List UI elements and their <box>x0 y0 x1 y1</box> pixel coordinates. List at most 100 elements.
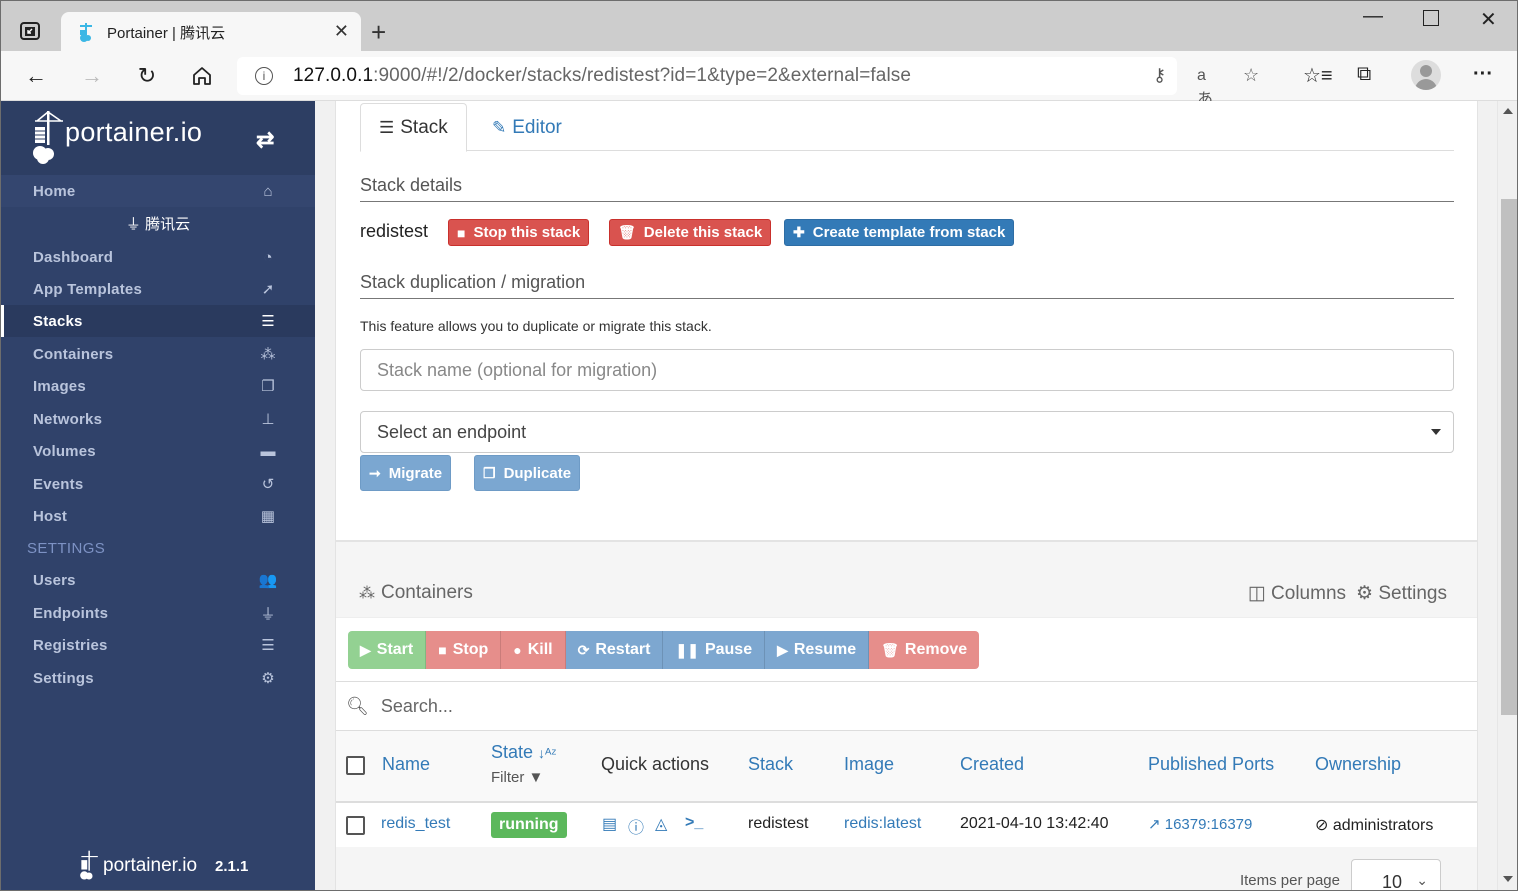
url-text[interactable]: 127.0.0.1:9000/#!/2/docker/stacks/redist… <box>293 65 911 87</box>
stack-details-title: Stack details <box>360 175 1454 202</box>
sidebar-toggle-icon[interactable]: ⇄ <box>256 127 274 153</box>
select-all-checkbox[interactable] <box>346 756 365 775</box>
restart-button[interactable]: ⟳ Restart <box>565 631 664 669</box>
container-name-link[interactable]: redis_test <box>381 815 450 833</box>
plug-icon: ⏚ <box>260 605 276 623</box>
column-name[interactable]: Name <box>382 754 430 775</box>
search-input[interactable]: Search... <box>381 696 453 717</box>
scroll-down-arrow[interactable] <box>1503 876 1513 882</box>
browser-tab[interactable]: Portainer | 腾讯云 ✕ <box>61 12 361 52</box>
info-icon[interactable]: ⓘ <box>628 814 644 838</box>
column-image[interactable]: Image <box>844 754 894 775</box>
sidebar-item-networks[interactable]: Networks ⊥ <box>1 403 315 435</box>
duplicate-button[interactable]: ❐ Duplicate <box>474 455 581 491</box>
password-key-icon[interactable]: ⚷ <box>1153 65 1166 86</box>
button-label: Stop <box>452 641 489 658</box>
close-window-icon[interactable]: ✕ <box>1480 7 1497 32</box>
endpoint-select[interactable]: Select an endpoint <box>360 411 1454 453</box>
refresh-icon[interactable]: ↻ <box>134 63 160 89</box>
sidebar-item-registries[interactable]: Registries ☰ <box>1 629 315 661</box>
stop-icon: ■ <box>438 642 447 658</box>
button-label: Create template from stack <box>812 224 1006 241</box>
tab-label: Stack <box>400 116 448 138</box>
tab-stack[interactable]: ☰ Stack <box>360 103 467 152</box>
stack-name-input[interactable]: Stack name (optional for migration) <box>360 349 1454 391</box>
sidebar-item-dashboard[interactable]: Dashboard ◔ <box>1 241 315 273</box>
settings-section-title: SETTINGS <box>27 540 106 557</box>
pause-button[interactable]: ❚❚ Pause <box>663 631 766 669</box>
delete-stack-button[interactable]: 🗑 Delete this stack <box>609 219 772 246</box>
sidebar-item-endpoints[interactable]: Endpoints ⏚ <box>1 597 315 629</box>
sort-alpha-down-icon: ↓ᴬᶻ <box>538 745 557 761</box>
sidebar-item-events[interactable]: Events ↺ <box>1 468 315 500</box>
sidebar-item-home[interactable]: Home ⌂ <box>1 175 315 207</box>
home-icon[interactable] <box>189 63 215 89</box>
scroll-up-arrow[interactable] <box>1503 108 1513 114</box>
cogs-icon: ⚙ <box>261 670 275 687</box>
published-port-link[interactable]: ↗ 16379:16379 <box>1148 815 1252 833</box>
sidebar-item-host[interactable]: Host ▦ <box>1 500 315 532</box>
state-filter[interactable]: Filter ▼ <box>491 769 543 786</box>
stats-chart-icon[interactable]: ◬ <box>655 814 667 834</box>
button-label: Columns <box>1271 583 1347 604</box>
column-published-ports[interactable]: Published Ports <box>1148 754 1274 775</box>
clone-icon: ❐ <box>261 378 275 395</box>
start-button[interactable]: ▶ Start <box>348 631 427 669</box>
sidebar-footer: portainer.io 2.1.1 <box>79 849 248 883</box>
tab-actions-icon[interactable] <box>19 21 41 41</box>
sidebar-item-volumes[interactable]: Volumes ▬ <box>1 435 315 467</box>
create-template-button[interactable]: ✚ Create template from stack <box>784 219 1015 246</box>
sidebar-item-containers[interactable]: Containers ⁂ <box>1 338 315 370</box>
portainer-logo-icon <box>80 850 98 880</box>
port-text: 16379:16379 <box>1164 816 1253 833</box>
column-ownership[interactable]: Ownership <box>1315 754 1401 775</box>
sidebar-item-label: Users <box>33 571 76 589</box>
tab-editor[interactable]: ✎ Editor <box>474 103 580 152</box>
database-icon: ☰ <box>261 637 275 654</box>
sidebar-item-label: Stacks <box>33 312 83 330</box>
profile-avatar[interactable] <box>1411 60 1441 90</box>
columns-button[interactable]: ◫ Columns <box>1248 582 1346 605</box>
maximize-icon[interactable] <box>1423 10 1439 26</box>
kill-button[interactable]: ● Kill <box>501 631 566 669</box>
column-stack[interactable]: Stack <box>748 754 793 775</box>
search-bar[interactable]: 🔍︎ Search... <box>336 681 1477 731</box>
column-state[interactable]: State ↓ᴬᶻ <box>491 742 556 763</box>
refresh-icon: ⟳ <box>577 641 590 658</box>
sidebar-item-images[interactable]: Images ❐ <box>1 370 315 402</box>
back-icon[interactable]: ← <box>23 63 49 89</box>
sidebar-item-app-templates[interactable]: App Templates ➚ <box>1 273 315 305</box>
sidebar-item-users[interactable]: Users 👥 <box>1 564 315 596</box>
scrollbar-thumb[interactable] <box>1501 199 1517 715</box>
new-tab-icon[interactable]: + <box>371 17 386 48</box>
collections-icon[interactable]: ⧉ <box>1357 63 1371 86</box>
stop-stack-button[interactable]: ■ Stop this stack <box>448 219 590 246</box>
more-menu-icon[interactable]: ··· <box>1473 63 1493 86</box>
items-per-page-select[interactable]: 10 ⌄ <box>1351 859 1441 890</box>
remove-button[interactable]: 🗑 Remove <box>869 631 980 669</box>
logs-icon[interactable]: ▤ <box>602 814 617 834</box>
logo-text[interactable]: portainer.io <box>65 117 202 148</box>
favorites-icon[interactable]: ☆≡ <box>1303 63 1333 88</box>
portainer-logo-icon[interactable] <box>31 109 65 165</box>
address-bar[interactable]: i 127.0.0.1:9000/#!/2/docker/stacks/redi… <box>237 57 1259 108</box>
settings-button[interactable]: ⚙ Settings <box>1356 582 1447 605</box>
column-quick-actions: Quick actions <box>601 754 710 774</box>
console-icon[interactable]: >_ <box>685 814 703 832</box>
vertical-scrollbar[interactable] <box>1497 101 1517 890</box>
home-icon: ⌂ <box>263 182 273 200</box>
sidebar-item-settings[interactable]: Settings ⚙ <box>1 662 315 694</box>
row-checkbox[interactable] <box>346 816 365 835</box>
close-tab-icon[interactable]: ✕ <box>334 21 349 42</box>
sidebar-item-stacks[interactable]: Stacks ☰ <box>1 305 315 337</box>
resume-button[interactable]: ▶ Resume <box>765 631 870 669</box>
minimize-icon[interactable]: — <box>1363 5 1383 28</box>
site-info-icon[interactable]: i <box>255 67 273 85</box>
column-created[interactable]: Created <box>960 754 1024 775</box>
add-favorite-icon[interactable]: ☆ <box>1243 65 1259 86</box>
forward-icon[interactable]: → <box>79 63 105 89</box>
stop-button[interactable]: ■ Stop <box>426 631 502 669</box>
image-link[interactable]: redis:latest <box>844 815 921 833</box>
sitemap-icon: ⊥ <box>261 411 275 428</box>
migrate-button[interactable]: ➞ Migrate <box>360 455 452 491</box>
